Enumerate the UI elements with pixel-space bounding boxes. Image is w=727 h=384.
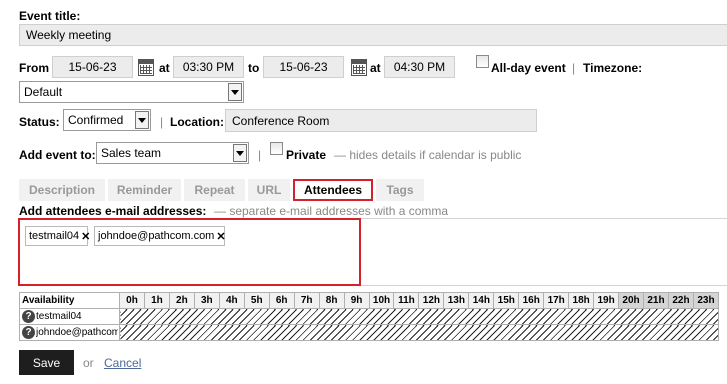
hour-header: 19h bbox=[593, 292, 620, 309]
hour-header: 22h bbox=[667, 292, 694, 309]
to-time-input[interactable]: 04:30 PM bbox=[384, 56, 455, 78]
from-time-input[interactable]: 03:30 PM bbox=[173, 56, 244, 78]
all-day-checkbox[interactable] bbox=[476, 55, 489, 68]
calendar-icon[interactable] bbox=[351, 59, 367, 76]
question-icon: ? bbox=[22, 310, 35, 323]
availability-header-row: Availability 0h 1h 2h 3h 4h 5h 6h 7h 8h … bbox=[19, 292, 720, 309]
hour-header: 7h bbox=[293, 292, 320, 309]
status-label: Status: bbox=[19, 115, 60, 129]
from-date-input[interactable]: 15-06-23 bbox=[52, 56, 133, 78]
status-select[interactable]: Confirmed bbox=[63, 109, 151, 131]
hour-header: 14h bbox=[468, 292, 495, 309]
from-label: From bbox=[19, 61, 49, 75]
hour-header: 1h bbox=[143, 292, 170, 309]
availability-unknown-cells bbox=[119, 324, 719, 341]
availability-row: ?johndoe@pathcom.com bbox=[19, 324, 719, 341]
tab-attendees[interactable]: Attendees bbox=[293, 179, 373, 201]
timezone-select[interactable]: Default bbox=[19, 81, 244, 103]
hour-header: 0h bbox=[119, 292, 145, 309]
timezone-label: Timezone: bbox=[583, 61, 643, 75]
attendee-chip[interactable]: johndoe@pathcom.com ✕ bbox=[94, 226, 226, 246]
separator: | bbox=[160, 115, 164, 129]
hour-header: 4h bbox=[218, 292, 245, 309]
hour-header: 2h bbox=[168, 292, 195, 309]
to-date-input[interactable]: 15-06-23 bbox=[263, 56, 344, 78]
hour-header: 13h bbox=[443, 292, 470, 309]
to-label: to bbox=[248, 61, 260, 75]
hour-header: 18h bbox=[568, 292, 595, 309]
attendees-hint: — separate e-mail addresses with a comma bbox=[214, 204, 449, 218]
hour-header: 8h bbox=[318, 292, 345, 309]
or-label: or bbox=[83, 356, 94, 370]
availability-unknown-cells bbox=[119, 308, 719, 325]
hour-header: 16h bbox=[518, 292, 545, 309]
chevron-down-icon[interactable] bbox=[228, 83, 242, 101]
location-label: Location: bbox=[170, 115, 224, 129]
availability-table: Availability 0h 1h 2h 3h 4h 5h 6h 7h 8h … bbox=[19, 292, 720, 341]
hour-header: 6h bbox=[268, 292, 295, 309]
hour-header: 5h bbox=[243, 292, 270, 309]
save-button[interactable]: Save bbox=[19, 350, 74, 375]
tab-url[interactable]: URL bbox=[248, 179, 290, 201]
hour-header: 21h bbox=[643, 292, 669, 309]
to-at-label: at bbox=[370, 61, 381, 75]
separator: | bbox=[258, 148, 262, 162]
question-icon: ? bbox=[22, 326, 35, 339]
hour-header: 23h bbox=[692, 292, 720, 309]
chevron-down-icon[interactable] bbox=[233, 144, 247, 162]
cancel-link[interactable]: Cancel bbox=[104, 356, 141, 370]
availability-row: ? testmail04 bbox=[19, 308, 719, 325]
attendee-chip[interactable]: testmail04 ✕ bbox=[25, 226, 90, 246]
tab-repeat[interactable]: Repeat bbox=[184, 179, 245, 201]
hour-header: 11h bbox=[393, 292, 420, 309]
hour-header: 17h bbox=[543, 292, 570, 309]
availability-header: Availability bbox=[19, 292, 120, 309]
close-icon[interactable]: ✕ bbox=[216, 230, 225, 243]
event-title-input[interactable]: Weekly meeting bbox=[19, 24, 727, 46]
hour-header: 20h bbox=[618, 292, 645, 309]
hour-header: 12h bbox=[418, 292, 445, 309]
add-event-to-label: Add event to: bbox=[19, 148, 96, 162]
tab-reminder[interactable]: Reminder bbox=[108, 179, 181, 201]
location-input[interactable]: Conference Room bbox=[225, 109, 537, 132]
availability-user-name: testmail04 bbox=[36, 311, 82, 322]
calendar-value: Sales team bbox=[101, 146, 162, 160]
private-checkbox[interactable] bbox=[270, 142, 283, 155]
attendee-chip-label: johndoe@pathcom.com bbox=[98, 230, 215, 242]
attendee-chip-label: testmail04 bbox=[29, 230, 80, 242]
hour-header: 10h bbox=[368, 292, 395, 309]
private-label: Private bbox=[286, 148, 327, 162]
hour-header: 15h bbox=[493, 292, 520, 309]
all-day-label: All-day event bbox=[491, 61, 566, 75]
separator: | bbox=[572, 61, 576, 75]
hour-header: 3h bbox=[193, 292, 220, 309]
attendees-label: Add attendees e-mail addresses: bbox=[19, 204, 207, 218]
chevron-down-icon[interactable] bbox=[135, 111, 149, 129]
calendar-select[interactable]: Sales team bbox=[96, 142, 249, 164]
availability-user: ?johndoe@pathcom.com bbox=[19, 324, 120, 341]
close-icon[interactable]: ✕ bbox=[81, 230, 90, 243]
event-title-label: Event title: bbox=[19, 9, 81, 23]
tab-description[interactable]: Description bbox=[19, 179, 105, 201]
tab-tags[interactable]: Tags bbox=[376, 179, 424, 201]
status-value: Confirmed bbox=[68, 113, 124, 127]
availability-user: ? testmail04 bbox=[19, 308, 120, 325]
hour-header: 9h bbox=[343, 292, 370, 309]
calendar-icon[interactable] bbox=[138, 59, 154, 76]
timezone-value: Default bbox=[24, 85, 63, 99]
availability-user-name: johndoe@pathcom.com bbox=[36, 327, 118, 338]
from-at-label: at bbox=[159, 61, 170, 75]
private-hint: — hides details if calendar is public bbox=[334, 148, 522, 162]
